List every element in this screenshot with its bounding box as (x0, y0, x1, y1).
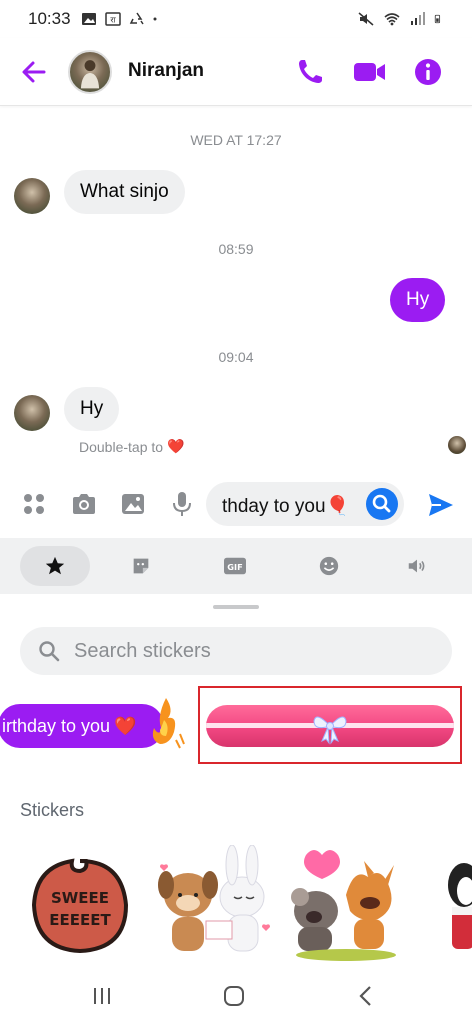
status-bar: 10:33 रा (0, 0, 472, 38)
gift-ribbon-sticker (206, 705, 454, 747)
cookie-text-line2: EEEEET (49, 911, 111, 929)
incoming-message-bubble[interactable]: What sinjo (64, 170, 185, 214)
tab-stickers[interactable] (106, 546, 176, 586)
message-composer: thday to you🎈 (0, 476, 472, 536)
dot-icon (153, 17, 157, 21)
sticker-search-placeholder: Search stickers (74, 640, 211, 662)
cookie-text-line1: SWEEE (51, 889, 109, 907)
ribbon-sticker-selected[interactable] (198, 686, 462, 764)
heart-emoji: ❤️ (167, 438, 185, 454)
stickers-section-title: Stickers (20, 800, 85, 820)
heart-emoji: ❤️ (114, 715, 137, 736)
image-icon (81, 13, 96, 25)
send-icon[interactable] (426, 490, 456, 520)
sender-avatar[interactable] (14, 395, 50, 431)
camera-icon[interactable] (70, 490, 98, 518)
phone-icon[interactable] (294, 56, 326, 88)
gallery-icon[interactable] (119, 490, 147, 518)
emoji-icon (319, 556, 339, 576)
sender-avatar[interactable] (14, 178, 50, 214)
search-icon (39, 641, 60, 662)
tab-favorites[interactable] (20, 546, 90, 586)
bow-icon (313, 716, 347, 745)
cookie-sticker[interactable]: SWEEE EEEEET (26, 845, 134, 965)
double-tap-text: Double-tap to (79, 438, 164, 455)
outgoing-message-bubble[interactable]: Hy (390, 278, 446, 322)
back-arrow-icon[interactable] (20, 58, 48, 86)
incoming-message-bubble[interactable]: Hy (64, 387, 120, 431)
penguin-stocking-sticker[interactable] (440, 845, 472, 965)
search-stickers-button[interactable] (366, 488, 398, 520)
recycle-icon (129, 12, 144, 25)
svg-text:रा: रा (110, 16, 116, 25)
info-icon[interactable] (412, 56, 444, 88)
mouse-and-fox-sticker[interactable] (284, 845, 408, 965)
mute-icon (358, 12, 374, 26)
double-tap-hint: Double-tap to ❤️ (79, 438, 185, 455)
sticker-icon (133, 558, 149, 574)
timestamp: 08:59 (218, 241, 254, 257)
signal-icon (411, 12, 425, 25)
contact-avatar[interactable] (68, 50, 112, 94)
tab-gif[interactable]: GIF (200, 546, 270, 586)
video-icon[interactable] (352, 56, 388, 88)
timestamp: WED AT 17:27 (190, 132, 282, 148)
apps-icon[interactable] (20, 490, 48, 518)
sound-icon (408, 559, 425, 573)
birthday-sticker-text: irthday to you (2, 715, 111, 736)
system-navigation-bar (0, 964, 472, 1024)
sheet-drag-handle[interactable] (213, 605, 259, 609)
search-icon (372, 494, 391, 513)
tab-sound[interactable] (382, 546, 452, 586)
person-silhouette-icon (80, 60, 100, 89)
message-input[interactable]: thday to you🎈 (206, 482, 404, 526)
status-right-icons (358, 12, 444, 26)
conversation-header: Niranjan (0, 38, 472, 106)
dictionary-icon: रा (104, 12, 121, 26)
recent-apps-icon[interactable] (90, 984, 114, 1008)
battery-icon (434, 14, 441, 24)
sticker-search-input[interactable]: Search stickers (20, 627, 452, 675)
message-input-text: thday to you🎈 (222, 496, 350, 517)
contact-name[interactable]: Niranjan (128, 60, 204, 82)
wifi-icon (384, 13, 400, 26)
status-left-icons: रा (81, 12, 161, 26)
back-nav-icon[interactable] (354, 984, 378, 1008)
microphone-icon[interactable] (168, 490, 196, 518)
status-time: 10:33 (28, 9, 71, 28)
tab-emoji[interactable] (294, 546, 364, 586)
birthday-text-sticker[interactable]: irthday to you ❤️ (0, 704, 164, 748)
sticker-tab-bar: GIF (0, 538, 472, 594)
star-icon (45, 556, 65, 575)
timestamp: 09:04 (218, 349, 254, 365)
svg-text:GIF: GIF (227, 562, 242, 572)
gif-icon: GIF (224, 557, 246, 575)
read-receipt-avatar (448, 436, 466, 454)
dog-and-bunny-sticker[interactable] (150, 845, 280, 965)
home-icon[interactable] (222, 984, 246, 1008)
flame-sticker[interactable] (144, 694, 188, 750)
